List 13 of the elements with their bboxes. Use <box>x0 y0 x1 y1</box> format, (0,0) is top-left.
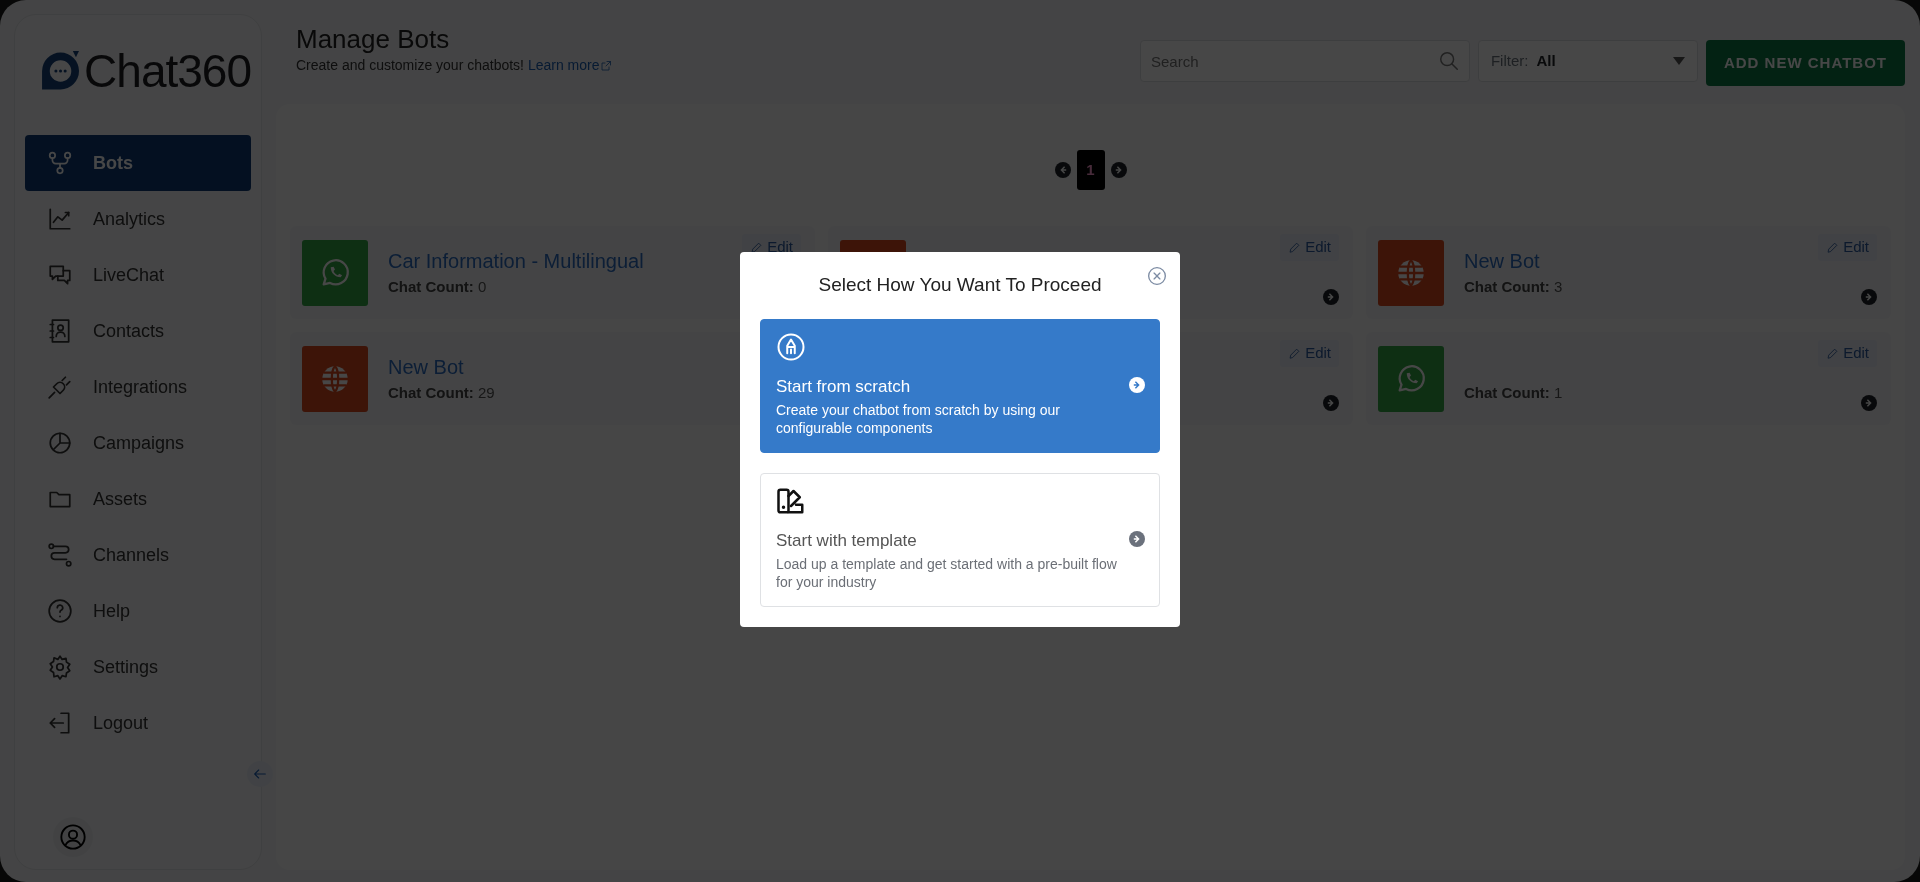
option-title: Start with template <box>776 529 918 552</box>
page-title: Manage Bots <box>296 24 451 56</box>
logo-wordmark: Chat360 <box>84 48 251 94</box>
dialog-title: Select How You Want To Proceed <box>817 274 1103 297</box>
option-card[interactable]: Start from scratch Create your chatbot from scratch by using our configurable components <box>760 318 1160 453</box>
filter-value: All <box>1536 50 1557 71</box>
option-card[interactable]: Start with template Load up a template and get started with a pre-built flow for your industry <box>760 472 1160 607</box>
option-description: Create your chatbot from scratch by using our configurable components <box>776 401 1062 438</box>
pencil-circle-icon <box>776 331 806 362</box>
close-icon <box>1147 266 1167 286</box>
close-button[interactable] <box>1147 266 1167 286</box>
option-title: Start from scratch <box>776 375 912 398</box>
option-description: Load up a template and get started with a pre-built flow for your industry <box>776 555 1118 592</box>
